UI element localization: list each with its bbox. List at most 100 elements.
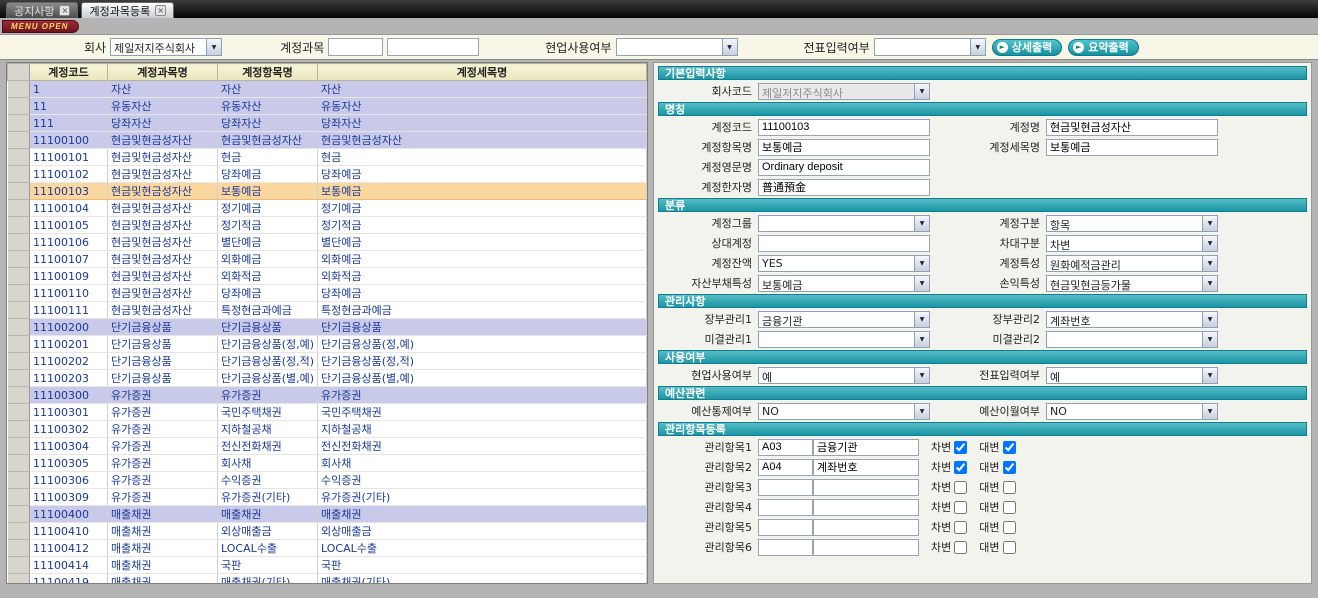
debit-checkbox[interactable]: [954, 441, 967, 454]
table-row[interactable]: 11100202단기금융상품단기금융상품(정,적)단기금융상품(정,적): [8, 353, 647, 370]
row-selector[interactable]: [8, 336, 30, 353]
row-selector[interactable]: [8, 421, 30, 438]
account-gubun-select[interactable]: 항목 ▼: [1046, 215, 1218, 232]
table-row[interactable]: 11100305유가증권회사채회사채: [8, 455, 647, 472]
row-selector[interactable]: [8, 540, 30, 557]
row-selector[interactable]: [8, 200, 30, 217]
row-selector[interactable]: [8, 285, 30, 302]
detail-print-button[interactable]: ► 상세출력: [992, 39, 1062, 56]
english-name-field[interactable]: [758, 159, 930, 176]
account-name-input[interactable]: [387, 38, 479, 56]
table-row[interactable]: 11100104현금및현금성자산정기예금정기예금: [8, 200, 647, 217]
row-selector[interactable]: [8, 404, 30, 421]
account-group-select[interactable]: ▼: [758, 215, 930, 232]
row-selector[interactable]: [8, 149, 30, 166]
table-row[interactable]: 11100106현금및현금성자산별단예금별단예금: [8, 234, 647, 251]
credit-checkbox[interactable]: [1003, 481, 1016, 494]
use-field-select[interactable]: 예 ▼: [758, 367, 930, 384]
credit-checkbox[interactable]: [1003, 541, 1016, 554]
mgmt-item-code-input[interactable]: [758, 539, 813, 556]
row-selector[interactable]: [8, 234, 30, 251]
table-row[interactable]: 11100111현금및현금성자산특정현금과예금특정현금과예금: [8, 302, 647, 319]
row-selector[interactable]: [8, 183, 30, 200]
row-selector[interactable]: [8, 370, 30, 387]
table-row[interactable]: 11100100현금및현금성자산현금및현금성자산현금및현금성자산: [8, 132, 647, 149]
row-selector[interactable]: [8, 438, 30, 455]
book-mgmt2-select[interactable]: 계좌번호 ▼: [1046, 311, 1218, 328]
contra-account-field[interactable]: [758, 235, 930, 252]
row-selector[interactable]: [8, 98, 30, 115]
credit-checkbox[interactable]: [1003, 461, 1016, 474]
table-row[interactable]: 11100102현금및현금성자산당좌예금당좌예금: [8, 166, 647, 183]
mgmt-item-name-input[interactable]: [813, 539, 919, 556]
table-row[interactable]: 11100101현금및현금성자산현금현금: [8, 149, 647, 166]
detail-name-field[interactable]: [1046, 139, 1218, 156]
row-selector[interactable]: [8, 506, 30, 523]
mgmt-item-name-input[interactable]: [813, 519, 919, 536]
item-name-field[interactable]: [758, 139, 930, 156]
budget-carry-select[interactable]: NO ▼: [1046, 403, 1218, 420]
account-name-field[interactable]: [1046, 119, 1218, 136]
mgmt-item-code-input[interactable]: [758, 519, 813, 536]
debit-checkbox[interactable]: [954, 501, 967, 514]
open-mgmt2-select[interactable]: ▼: [1046, 331, 1218, 348]
table-row[interactable]: 11100400매출채권매출채권매출채권: [8, 506, 647, 523]
table-row[interactable]: 11100105현금및현금성자산정기적금정기적금: [8, 217, 647, 234]
debit-checkbox[interactable]: [954, 481, 967, 494]
table-row[interactable]: 11100302유가증권지하철공채지하철공채: [8, 421, 647, 438]
table-row[interactable]: 11100419매출채권매출채권(기타)매출채권(기타): [8, 574, 647, 585]
account-code-input[interactable]: [328, 38, 383, 56]
row-selector[interactable]: [8, 81, 30, 98]
close-icon[interactable]: ×: [59, 5, 70, 16]
mgmt-item-code-input[interactable]: [758, 479, 813, 496]
slip-entry-select[interactable]: ▼: [874, 38, 986, 56]
credit-checkbox[interactable]: [1003, 521, 1016, 534]
row-selector[interactable]: [8, 302, 30, 319]
row-selector[interactable]: [8, 166, 30, 183]
table-row[interactable]: 11100109현금및현금성자산외화적금외화적금: [8, 268, 647, 285]
table-row[interactable]: 11100103현금및현금성자산보통예금보통예금: [8, 183, 647, 200]
table-row[interactable]: 11100414매출채권국판국판: [8, 557, 647, 574]
row-selector[interactable]: [8, 387, 30, 404]
table-row[interactable]: 11100412매출채권LOCAL수출LOCAL수출: [8, 540, 647, 557]
table-row[interactable]: 11100300유가증권유가증권유가증권: [8, 387, 647, 404]
mgmt-item-name-input[interactable]: [813, 499, 919, 516]
account-code-field[interactable]: [758, 119, 930, 136]
table-row[interactable]: 11100200단기금융상품단기금융상품단기금융상품: [8, 319, 647, 336]
table-row[interactable]: 11100306유가증권수익증권수익증권: [8, 472, 647, 489]
row-selector[interactable]: [8, 251, 30, 268]
asset-trait-select[interactable]: 보통예금 ▼: [758, 275, 930, 292]
debit-checkbox[interactable]: [954, 521, 967, 534]
credit-checkbox[interactable]: [1003, 501, 1016, 514]
pl-trait-select[interactable]: 현금및현금등가물 ▼: [1046, 275, 1218, 292]
row-selector[interactable]: [8, 217, 30, 234]
table-row[interactable]: 11100304유가증권전신전화채권전신전화채권: [8, 438, 647, 455]
mgmt-item-name-input[interactable]: [813, 439, 919, 456]
row-selector[interactable]: [8, 115, 30, 132]
use-slip-select[interactable]: 예 ▼: [1046, 367, 1218, 384]
row-selector[interactable]: [8, 489, 30, 506]
table-row[interactable]: 11100107현금및현금성자산외화예금외화예금: [8, 251, 647, 268]
hanja-name-field[interactable]: [758, 179, 930, 196]
account-balance-select[interactable]: YES ▼: [758, 255, 930, 272]
dc-gubun-select[interactable]: 차변 ▼: [1046, 235, 1218, 252]
row-selector[interactable]: [8, 472, 30, 489]
debit-checkbox[interactable]: [954, 461, 967, 474]
table-row[interactable]: 11100110현금및현금성자산당좌예금당좌예금: [8, 285, 647, 302]
table-row[interactable]: 11유동자산유동자산유동자산: [8, 98, 647, 115]
mgmt-item-name-input[interactable]: [813, 479, 919, 496]
table-row[interactable]: 11100201단기금융상품단기금융상품(정,예)단기금융상품(정,예): [8, 336, 647, 353]
mgmt-item-code-input[interactable]: [758, 459, 813, 476]
mgmt-item-name-input[interactable]: [813, 459, 919, 476]
menu-open-button[interactable]: MENU OPEN: [2, 20, 79, 33]
table-row[interactable]: 11100410매출채권외상매출금외상매출금: [8, 523, 647, 540]
table-row[interactable]: 1자산자산자산: [8, 81, 647, 98]
row-selector[interactable]: [8, 268, 30, 285]
tab-notice[interactable]: 공지사항 ×: [6, 2, 78, 18]
budget-control-select[interactable]: NO ▼: [758, 403, 930, 420]
tab-account-registration[interactable]: 계정과목등록 ×: [81, 2, 174, 18]
row-selector[interactable]: [8, 523, 30, 540]
summary-print-button[interactable]: ► 요약출력: [1068, 39, 1138, 56]
row-selector[interactable]: [8, 574, 30, 585]
book-mgmt1-select[interactable]: 금융기관 ▼: [758, 311, 930, 328]
